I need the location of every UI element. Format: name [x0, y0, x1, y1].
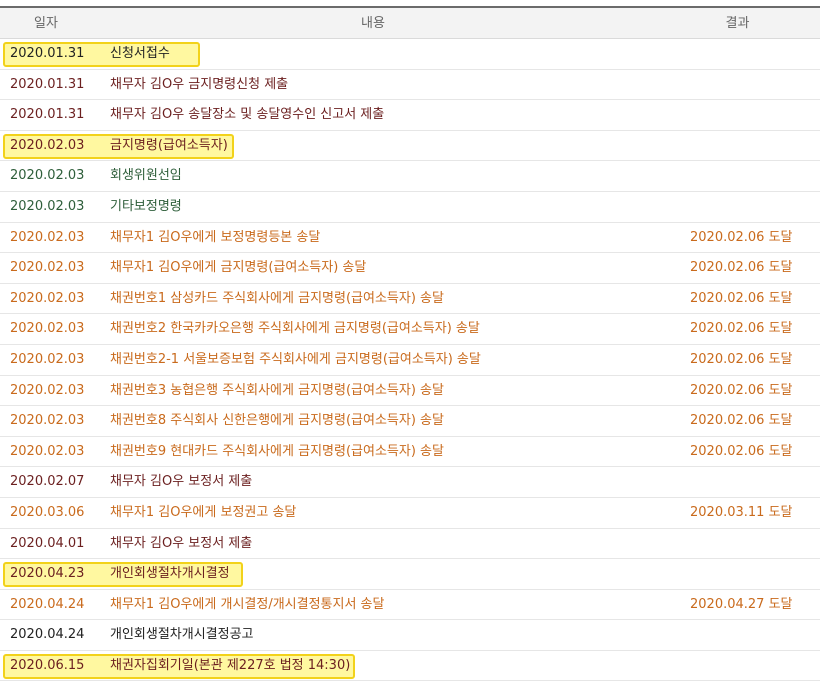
table-row: 2020.02.03 채권번호9 현대카드 주식회사에게 금지명령(급여소득자) … [0, 437, 820, 468]
table-row: 2020.02.03 채권번호1 삼성카드 주식회사에게 금지명령(급여소득자) … [0, 284, 820, 315]
row-result: 2020.02.06 도달 [690, 290, 793, 306]
row-date: 2020.02.03 [10, 168, 85, 184]
row-date: 2020.01.31 [10, 46, 85, 61]
table-row: 2020.01.31 채무자 김O우 금지명령신청 제출 [0, 70, 820, 101]
row-date: 2020.02.03 [10, 260, 85, 276]
table-row: 2020.02.03 기타보정명령 [0, 192, 820, 223]
table-row: 2020.04.01 채무자 김O우 보정서 제출 [0, 529, 820, 560]
row-date: 2020.02.03 [10, 321, 85, 337]
table-row: 2020.02.03 채권번호2-1 서울보증보험 주식회사에게 금지명령(급여소… [0, 345, 820, 376]
row-date: 2020.02.03 [10, 290, 85, 306]
table-row: 2020.02.07 채무자 김O우 보정서 제출 [0, 467, 820, 498]
row-date: 2020.02.07 [10, 474, 85, 490]
table-row: 2020.02.03 금지명령(급여소득자) [0, 131, 820, 162]
table-row: 2020.04.24 개인회생절차개시결정공고 [0, 620, 820, 651]
header-date: 일자 [34, 16, 58, 31]
row-date: 2020.02.03 [10, 413, 85, 429]
row-content: 채무자 김O우 송달장소 및 송달영수인 신고서 제출 [110, 107, 385, 123]
row-result: 2020.03.11 도달 [690, 504, 793, 520]
row-date: 2020.02.03 [10, 443, 85, 459]
table-row: 2020.06.15 채권자집회기일(본관 제227호 법정 14:30) [0, 651, 820, 682]
row-result: 2020.02.06 도달 [690, 382, 793, 398]
row-content: 회생위원선임 [110, 168, 182, 184]
row-content: 채무자 김O우 금지명령신청 제출 [110, 76, 289, 92]
row-date: 2020.04.24 [10, 596, 85, 612]
row-date: 2020.02.03 [10, 351, 85, 367]
table-body: 2020.01.31 신청서접수 2020.01.31 채무자 김O우 금지명령신청 … [0, 39, 820, 682]
row-content: 개인회생절차개시결정공고 [110, 627, 254, 643]
table-header: 일자 내용 결과 [0, 8, 820, 39]
row-result: 2020.02.06 도달 [690, 229, 793, 245]
row-result: 2020.02.06 도달 [690, 443, 793, 459]
row-content: 채무자 김O우 보정서 제출 [110, 535, 253, 551]
row-content: 채무자1 김O우에게 금지명령(급여소득자) 송달 [110, 260, 367, 276]
row-content: 채권자집회기일(본관 제227호 법정 14:30) [110, 657, 351, 673]
row-content: 금지명령(급여소득자) [110, 137, 228, 153]
row-date: 2020.02.03 [10, 229, 85, 245]
table-row: 2020.01.31 신청서접수 [0, 39, 820, 70]
table-row: 2020.02.03 채무자1 김O우에게 금지명령(급여소득자) 송달 2020.… [0, 253, 820, 284]
table-row: 2020.02.03 채권번호2 한국카카오은행 주식회사에게 금지명령(급여소득… [0, 314, 820, 345]
row-date: 2020.02.03 [10, 382, 85, 398]
row-content: 채권번호2-1 서울보증보험 주식회사에게 금지명령(급여소득자) 송달 [110, 351, 481, 367]
row-date: 2020.04.24 [10, 627, 85, 643]
row-content: 채무자1 김O우에게 보정권고 송달 [110, 504, 297, 520]
table-row: 2020.02.03 채권번호8 주식회사 신한은행에게 금지명령(급여소득자) … [0, 406, 820, 437]
row-date: 2020.02.03 [10, 137, 85, 153]
row-date: 2020.01.31 [10, 76, 85, 92]
row-date: 2020.04.23 [10, 566, 85, 582]
row-content: 신청서접수 [110, 46, 170, 61]
row-result: 2020.02.06 도달 [690, 260, 793, 276]
header-result: 결과 [725, 16, 750, 31]
row-date: 2020.04.01 [10, 535, 85, 551]
row-content: 채권번호1 삼성카드 주식회사에게 금지명령(급여소득자) 송달 [110, 290, 444, 306]
header-content: 내용 [361, 16, 385, 31]
row-content: 채권번호3 농협은행 주식회사에게 금지명령(급여소득자) 송달 [110, 382, 444, 398]
row-date: 2020.02.03 [10, 198, 85, 214]
row-date: 2020.03.06 [10, 504, 85, 520]
table-row: 2020.02.03 회생위원선임 [0, 161, 820, 192]
row-date: 2020.01.31 [10, 107, 85, 123]
row-content: 채권번호2 한국카카오은행 주식회사에게 금지명령(급여소득자) 송달 [110, 321, 480, 337]
table-row: 2020.01.31 채무자 김O우 송달장소 및 송달영수인 신고서 제출 [0, 100, 820, 131]
row-content: 기타보정명령 [110, 198, 182, 214]
row-content: 채권번호8 주식회사 신한은행에게 금지명령(급여소득자) 송달 [110, 413, 444, 429]
row-content: 개인회생절차개시결정 [110, 566, 230, 582]
table-row: 2020.02.03 채권번호3 농협은행 주식회사에게 금지명령(급여소득자) … [0, 376, 820, 407]
table-row: 2020.04.24 채무자1 김O우에게 개시결정/개시결정통지서 송달 2020… [0, 590, 820, 621]
table-row: 2020.04.23 개인회생절차개시결정 [0, 559, 820, 590]
table-row: 2020.02.03 채무자1 김O우에게 보정명령등본 송달 2020.02.06… [0, 223, 820, 254]
row-result: 2020.02.06 도달 [690, 413, 793, 429]
row-content: 채무자 김O우 보정서 제출 [110, 474, 253, 490]
row-content: 채무자1 김O우에게 개시결정/개시결정통지서 송달 [110, 596, 385, 612]
row-content: 채무자1 김O우에게 보정명령등본 송달 [110, 229, 321, 245]
row-result: 2020.02.06 도달 [690, 351, 793, 367]
row-result: 2020.04.27 도달 [690, 596, 793, 612]
case-history-table: 일자 내용 결과 2020.01.31 신청서접수 2020.01.31 채무자 김O… [0, 0, 820, 690]
row-result: 2020.02.06 도달 [690, 321, 793, 337]
row-content: 채권번호9 현대카드 주식회사에게 금지명령(급여소득자) 송달 [110, 443, 444, 459]
table-row: 2020.03.06 채무자1 김O우에게 보정권고 송달 2020.03.11 도… [0, 498, 820, 529]
row-date: 2020.06.15 [10, 657, 85, 673]
